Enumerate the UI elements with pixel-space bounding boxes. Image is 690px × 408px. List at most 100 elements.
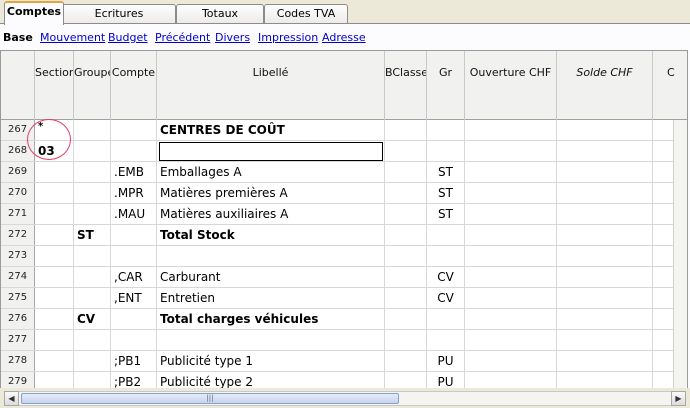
view-budget[interactable]: Budget (108, 31, 148, 44)
cell-gr[interactable] (427, 225, 465, 245)
cell-compte[interactable]: .EMB (111, 162, 157, 182)
cell-compte[interactable] (111, 330, 157, 350)
table-row[interactable]: 275 ,ENT Entretien CV (1, 288, 687, 309)
cell-bclasse[interactable] (385, 351, 427, 371)
cell-ouverture[interactable] (465, 351, 557, 371)
cell-bclasse[interactable] (385, 141, 427, 161)
cell-libelle[interactable] (157, 330, 385, 350)
header-solde[interactable]: Solde CHF (557, 51, 653, 120)
cell-section[interactable] (35, 246, 74, 266)
cell-compte[interactable]: ;PB1 (111, 351, 157, 371)
cell-groupe[interactable] (74, 330, 111, 350)
cell-libelle[interactable]: Matières auxiliaires A (157, 204, 385, 224)
cell-libelle[interactable]: Publicité type 1 (157, 351, 385, 371)
cell-solde[interactable] (557, 288, 653, 308)
cell-section[interactable] (35, 162, 74, 182)
cell-compte[interactable]: ,CAR (111, 267, 157, 287)
view-precedent[interactable]: Précédent (155, 31, 210, 44)
cell-bclasse[interactable] (385, 204, 427, 224)
table-row[interactable]: 278 ;PB1 Publicité type 1 PU (1, 351, 687, 372)
cell-groupe[interactable]: CV (74, 309, 111, 329)
header-gr[interactable]: Gr (427, 51, 465, 120)
cell-compte[interactable]: ,ENT (111, 288, 157, 308)
table-row[interactable]: 269 .EMB Emballages A ST (1, 162, 687, 183)
cell-ouverture[interactable] (465, 330, 557, 350)
cell-solde[interactable] (557, 351, 653, 371)
cell-solde[interactable] (557, 183, 653, 203)
cell-libelle[interactable]: CENTRES DE COÛT (157, 120, 385, 140)
cell-bclasse[interactable] (385, 330, 427, 350)
cell-groupe[interactable] (74, 351, 111, 371)
view-divers[interactable]: Divers (215, 31, 250, 44)
cell-ouverture[interactable] (465, 204, 557, 224)
table-row[interactable]: 276 CV Total charges véhicules (1, 309, 687, 330)
cell-groupe[interactable] (74, 267, 111, 287)
cell-bclasse[interactable] (385, 225, 427, 245)
cell-bclasse[interactable] (385, 288, 427, 308)
tab-totaux[interactable]: Totaux (176, 4, 264, 24)
tab-ecritures[interactable]: Ecritures (62, 4, 176, 24)
header-groupe[interactable]: Groupe (74, 51, 111, 120)
cell-groupe[interactable] (74, 141, 111, 161)
horizontal-scroll-thumb[interactable]: ||| (21, 393, 399, 404)
cell-solde[interactable] (557, 204, 653, 224)
header-ouverture[interactable]: Ouverture CHF (465, 51, 557, 120)
header-libelle[interactable]: Libellé (157, 51, 385, 120)
cell-section[interactable] (35, 267, 74, 287)
cell-gr[interactable] (427, 120, 465, 140)
triangle-right-icon[interactable]: ▶ (671, 391, 686, 406)
cell-libelle[interactable] (157, 246, 385, 266)
table-row[interactable]: 274 ,CAR Carburant CV (1, 267, 687, 288)
cell-solde[interactable] (557, 309, 653, 329)
cell-gr[interactable]: PU (427, 351, 465, 371)
view-impression[interactable]: Impression (258, 31, 318, 44)
cell-bclasse[interactable] (385, 120, 427, 140)
cell-groupe[interactable] (74, 204, 111, 224)
table-row[interactable]: 277 (1, 330, 687, 351)
cell-libelle[interactable]: Total Stock (157, 225, 385, 245)
cell-gr[interactable]: CV (427, 288, 465, 308)
cell-solde[interactable] (557, 246, 653, 266)
cell-section[interactable] (35, 330, 74, 350)
cell-compte[interactable] (111, 246, 157, 266)
cell-libelle[interactable]: Emballages A (157, 162, 385, 182)
cell-solde[interactable] (557, 225, 653, 245)
cell-section[interactable] (35, 351, 74, 371)
cell-ouverture[interactable] (465, 141, 557, 161)
cell-gr[interactable]: CV (427, 267, 465, 287)
cell-gr[interactable]: ST (427, 162, 465, 182)
cell-gr[interactable] (427, 330, 465, 350)
cell-bclasse[interactable] (385, 162, 427, 182)
table-row[interactable]: 273 (1, 246, 687, 267)
cell-compte[interactable]: .MAU (111, 204, 157, 224)
cell-groupe[interactable] (74, 120, 111, 140)
cell-gr[interactable]: ST (427, 183, 465, 203)
cell-ouverture[interactable] (465, 225, 557, 245)
cell-solde[interactable] (557, 267, 653, 287)
table-row[interactable]: 272 ST Total Stock (1, 225, 687, 246)
view-mouvement[interactable]: Mouvement (40, 31, 105, 44)
cell-groupe[interactable] (74, 183, 111, 203)
cell-ouverture[interactable] (465, 246, 557, 266)
view-base[interactable]: Base (3, 31, 33, 44)
cell-groupe[interactable]: ST (74, 225, 111, 245)
cell-ouverture[interactable] (465, 162, 557, 182)
cell-gr[interactable] (427, 141, 465, 161)
cell-section[interactable] (35, 183, 74, 203)
cell-ouverture[interactable] (465, 267, 557, 287)
cell-bclasse[interactable] (385, 309, 427, 329)
cell-compte[interactable] (111, 120, 157, 140)
tab-comptes[interactable]: Comptes (4, 1, 64, 25)
cell-section[interactable] (35, 225, 74, 245)
cell-compte[interactable] (111, 225, 157, 245)
header-c[interactable]: C (653, 51, 687, 120)
cell-solde[interactable] (557, 141, 653, 161)
header-compte[interactable]: Compte (111, 51, 157, 120)
cell-bclasse[interactable] (385, 246, 427, 266)
cell-section[interactable] (35, 204, 74, 224)
cell-compte[interactable] (111, 141, 157, 161)
cell-groupe[interactable] (74, 246, 111, 266)
cell-gr[interactable]: ST (427, 204, 465, 224)
tab-codes-tva[interactable]: Codes TVA (264, 4, 348, 24)
horizontal-scroll-track[interactable]: ◀ ||| ▶ (4, 391, 686, 406)
